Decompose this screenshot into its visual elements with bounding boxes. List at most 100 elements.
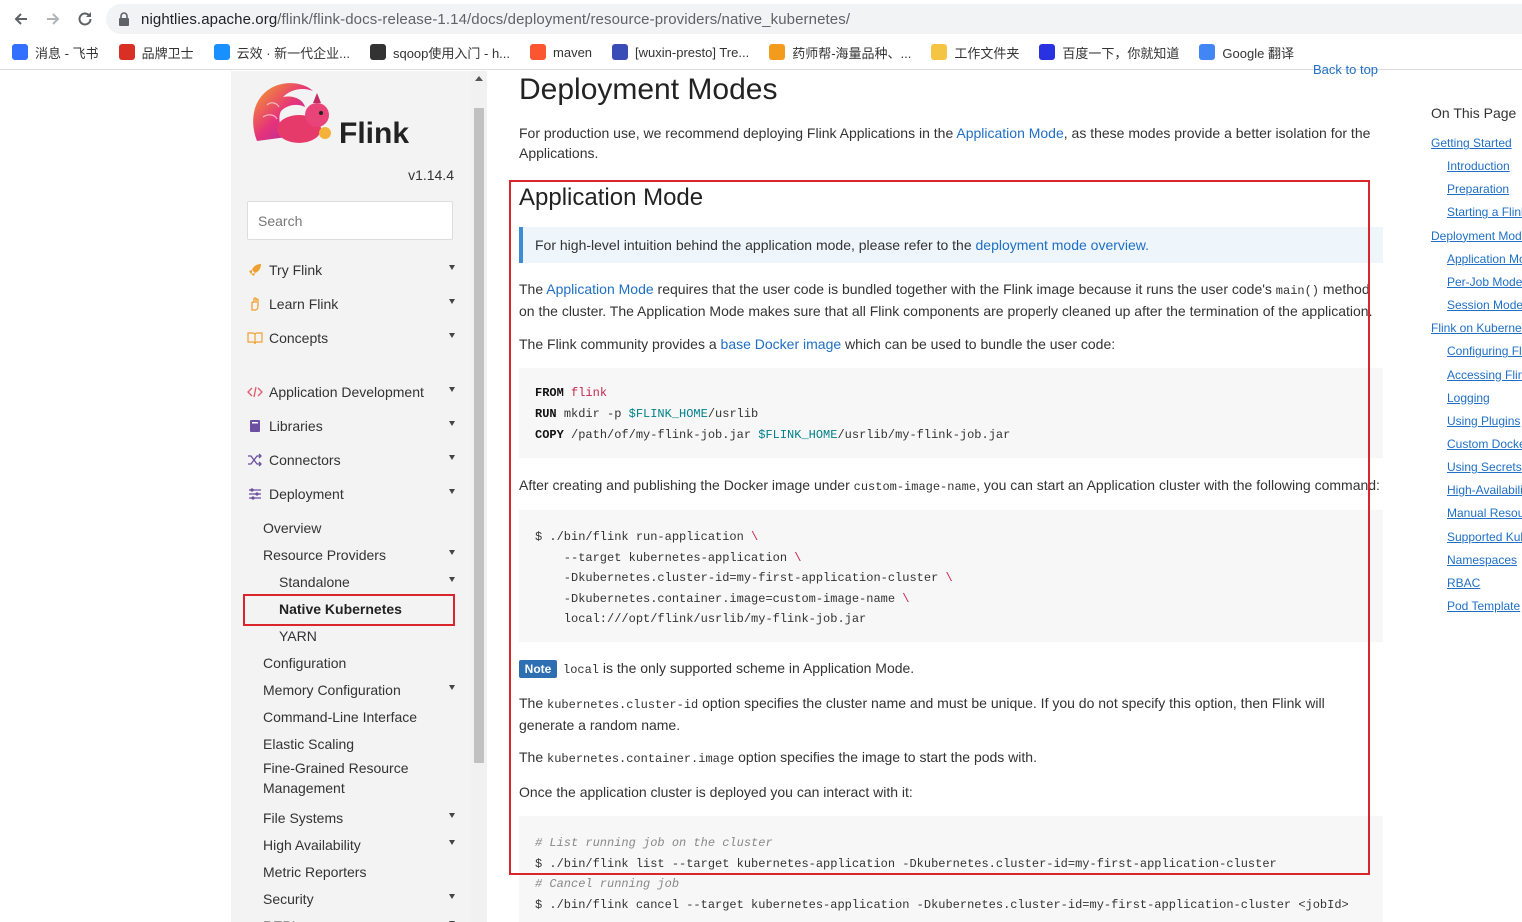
- yunxiao-icon: [213, 44, 230, 60]
- sidebar-item-label: Metric Reporters: [263, 864, 367, 880]
- sidebar-item-application-development[interactable]: Application Development: [247, 381, 455, 403]
- sidebar-item-connectors[interactable]: Connectors: [247, 449, 455, 471]
- sidebar-item-label: Learn Flink: [269, 296, 339, 312]
- forward-button[interactable]: [40, 6, 66, 32]
- toc-item[interactable]: Preparation: [1447, 182, 1509, 196]
- bookmark-item[interactable]: 云效 · 新一代企业...: [213, 43, 350, 62]
- caret-down-icon[interactable]: [449, 299, 455, 304]
- toc-item[interactable]: Per-Job Mode: [1447, 275, 1522, 289]
- caret-down-icon[interactable]: [449, 685, 455, 690]
- bookmark-item[interactable]: [wuxin-presto] Tre...: [612, 44, 749, 60]
- browser-toolbar: nightlies.apache.org/flink/flink-docs-re…: [0, 0, 1522, 38]
- toc-item[interactable]: Deployment Modes: [1431, 229, 1522, 243]
- caret-down-icon[interactable]: [449, 265, 455, 270]
- caret-down-icon[interactable]: [449, 813, 455, 818]
- bookmarks-bar: 消息 - 飞书 品牌卫士 云效 · 新一代企业... sqoop使用入门 - h...…: [0, 38, 1522, 66]
- caret-down-icon[interactable]: [449, 577, 455, 582]
- reload-button[interactable]: [72, 6, 98, 32]
- bookmark-item[interactable]: 药师帮-海量品种、...: [769, 43, 911, 62]
- caret-down-icon[interactable]: [449, 489, 455, 494]
- sidebar-item-high-availability[interactable]: High Availability: [263, 834, 455, 856]
- sidebar-item-file-systems[interactable]: File Systems: [263, 807, 455, 829]
- sidebar-item-standalone[interactable]: Standalone: [279, 571, 455, 593]
- toc-item[interactable]: Manual Resource Cleanup: [1447, 506, 1522, 520]
- sidebar-item-elastic-scaling[interactable]: Elastic Scaling: [263, 733, 455, 755]
- sidebar-item-label: Resource Providers: [263, 547, 386, 563]
- book-icon: [247, 418, 263, 434]
- address-bar[interactable]: nightlies.apache.org/flink/flink-docs-re…: [106, 4, 1522, 34]
- toc-item[interactable]: Application Mode: [1447, 252, 1522, 266]
- arrow-left-icon: [14, 13, 27, 25]
- search-input[interactable]: [247, 201, 453, 240]
- bookmark-item[interactable]: 消息 - 飞书: [12, 43, 99, 62]
- sidebar-item-fine-grained-resource-management[interactable]: Fine-Grained Resource Management: [263, 758, 455, 798]
- sidebar-item-configuration[interactable]: Configuration: [263, 652, 455, 674]
- toc-item[interactable]: Logging: [1447, 391, 1490, 405]
- flink-squirrel-icon: [253, 83, 331, 143]
- sidebar-item-concepts[interactable]: Concepts: [247, 327, 455, 349]
- sidebar-item-label: Overview: [263, 520, 322, 536]
- sidebar-item-label: Libraries: [269, 418, 323, 434]
- bookmark-item[interactable]: Google 翻译: [1199, 43, 1294, 62]
- sidebar-item-command-line-interface[interactable]: Command-Line Interface: [263, 706, 455, 728]
- sidebar-scrollbar-thumb[interactable]: [474, 108, 484, 763]
- sidebar-item-label: Connectors: [269, 452, 341, 468]
- toc-item[interactable]: Using Secrets: [1447, 460, 1522, 474]
- bookmark-item[interactable]: 百度一下，你就知道: [1039, 43, 1179, 62]
- application-mode-link[interactable]: Application Mode: [956, 125, 1063, 141]
- back-button[interactable]: [8, 6, 34, 32]
- rocket-icon: [247, 262, 263, 278]
- sidebar-item-try-flink[interactable]: Try Flink: [247, 259, 455, 281]
- bookmark-item[interactable]: sqoop使用入门 - h...: [369, 43, 510, 62]
- sidebar-item-overview[interactable]: Overview: [263, 517, 455, 539]
- code-icon: [247, 384, 263, 400]
- caret-down-icon[interactable]: [449, 387, 455, 392]
- caret-down-icon[interactable]: [449, 894, 455, 899]
- back-to-top-link[interactable]: Back to top: [1313, 62, 1378, 77]
- sidebar-item-libraries[interactable]: Libraries: [247, 415, 455, 437]
- sidebar-item-repls[interactable]: REPLs: [263, 915, 455, 922]
- bookmark-item[interactable]: 工作文件夹: [931, 43, 1019, 62]
- baidu-icon: [1039, 44, 1056, 60]
- flink-logo[interactable]: Flink: [247, 75, 409, 150]
- toc-item[interactable]: Getting Started: [1431, 136, 1512, 150]
- caret-down-icon[interactable]: [449, 333, 455, 338]
- toc-item[interactable]: Configuring Flink on Kubernetes: [1447, 344, 1522, 358]
- bookmark-label: Google 翻译: [1222, 45, 1294, 61]
- bookmark-label: 消息 - 飞书: [35, 45, 99, 61]
- toc-item[interactable]: Pod Template: [1447, 599, 1520, 613]
- bookmark-item[interactable]: 品牌卫士: [118, 43, 194, 62]
- toc-item[interactable]: RBAC: [1447, 576, 1480, 590]
- toc-item[interactable]: Custom Docker Image: [1447, 437, 1522, 451]
- caret-down-icon[interactable]: [449, 455, 455, 460]
- sidebar-item-learn-flink[interactable]: Learn Flink: [247, 293, 455, 315]
- browser-chrome: nightlies.apache.org/flink/flink-docs-re…: [0, 0, 1522, 70]
- toc-item[interactable]: Supported Kubernetes Versions: [1447, 530, 1522, 544]
- toc-item[interactable]: Starting a Flink Session on Kubernetes: [1447, 205, 1522, 219]
- sidebar-item-deployment[interactable]: Deployment: [247, 483, 455, 505]
- toc-item[interactable]: Introduction: [1447, 159, 1510, 173]
- sidebar-item-label: Concepts: [269, 330, 329, 346]
- sidebar-item-yarn[interactable]: YARN: [279, 625, 455, 647]
- sidebar-item-label: Security: [263, 891, 314, 907]
- yaoshibang-icon: [769, 44, 786, 60]
- toc-item[interactable]: Session Mode: [1447, 298, 1522, 312]
- bookmark-item[interactable]: maven: [530, 44, 592, 60]
- sidebar-item-metric-reporters[interactable]: Metric Reporters: [263, 861, 455, 883]
- folder-icon: [931, 44, 948, 60]
- sidebar-item-memory-configuration[interactable]: Memory Configuration: [263, 679, 455, 701]
- toc-item[interactable]: Namespaces: [1447, 553, 1517, 567]
- toc-item[interactable]: Flink on Kubernetes Reference: [1431, 321, 1522, 335]
- toc-item[interactable]: High-Availability on Kubernetes: [1447, 483, 1522, 497]
- sidebar-item-label: Application Development: [269, 384, 424, 400]
- sidebar-item-resource-providers[interactable]: Resource Providers: [263, 544, 455, 566]
- scroll-up-icon[interactable]: [475, 76, 483, 81]
- toc-item[interactable]: Using Plugins: [1447, 414, 1520, 428]
- sidebar-item-security[interactable]: Security: [263, 888, 455, 910]
- sidebar-item-label: File Systems: [263, 810, 344, 826]
- caret-down-icon[interactable]: [449, 550, 455, 555]
- shuffle-icon: [247, 452, 263, 468]
- caret-down-icon[interactable]: [449, 840, 455, 845]
- caret-down-icon[interactable]: [449, 421, 455, 426]
- toc-item[interactable]: Accessing Flink's Web UI: [1447, 368, 1522, 382]
